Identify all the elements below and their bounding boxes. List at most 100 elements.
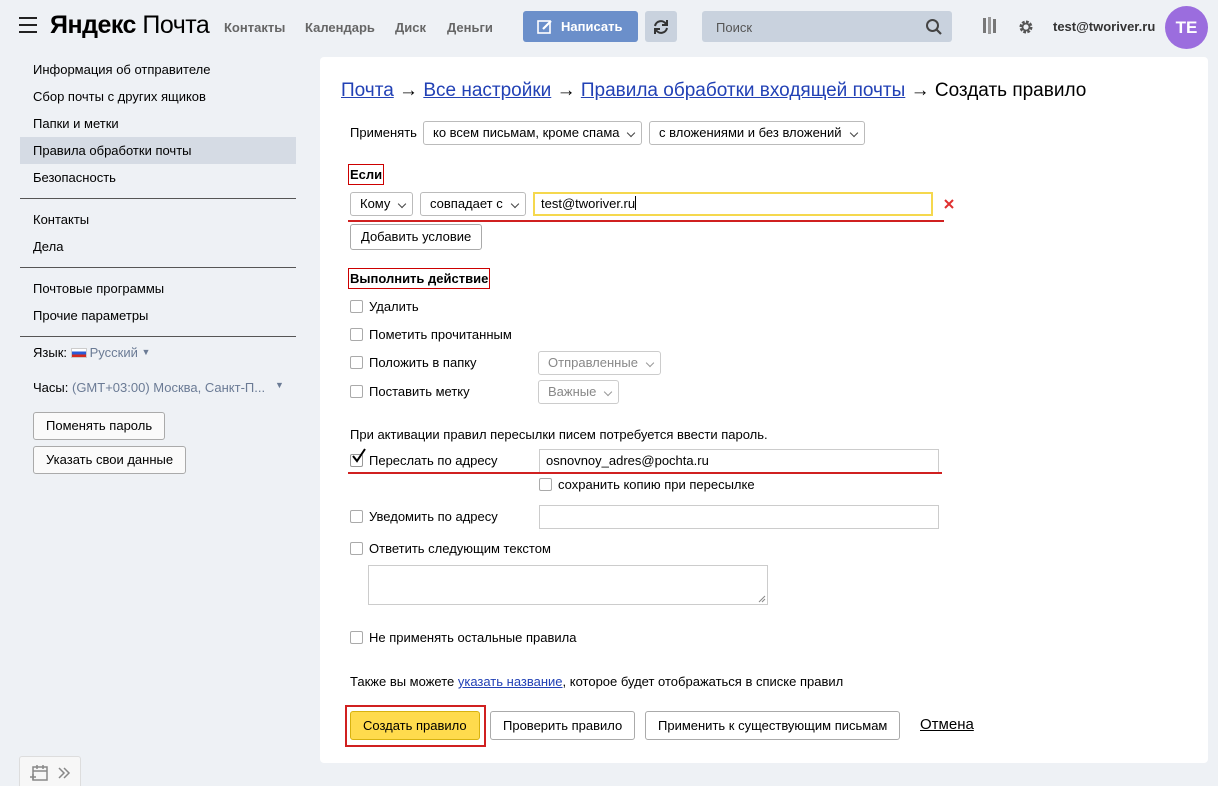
notify-checkbox[interactable] xyxy=(350,510,363,523)
forward-address-input[interactable]: osnovnoy_adres@pochta.ru xyxy=(539,449,939,473)
chevron-down-icon xyxy=(510,199,519,209)
breadcrumb-current: Создать правило xyxy=(934,80,1087,101)
pencil-icon xyxy=(537,19,552,34)
sidebar-item-contacts[interactable]: Контакты xyxy=(20,206,296,233)
double-chevron-right-icon[interactable] xyxy=(57,766,71,780)
breadcrumb-all-settings[interactable]: Все настройки xyxy=(423,80,551,101)
nav-money[interactable]: Деньги xyxy=(447,20,493,35)
delete-checkbox[interactable] xyxy=(350,300,363,313)
set-label-checkbox[interactable] xyxy=(350,385,363,398)
search-placeholder: Поиск xyxy=(716,20,753,35)
caret-down-icon[interactable]: ▼ xyxy=(275,380,284,390)
reply-label[interactable]: Ответить следующим текстом xyxy=(369,541,551,556)
chevron-down-icon xyxy=(398,199,407,209)
sidebar-item-todo[interactable]: Дела xyxy=(20,233,296,260)
notify-label[interactable]: Уведомить по адресу xyxy=(369,509,498,524)
clock-label: Часы: xyxy=(33,380,69,395)
reply-checkbox[interactable] xyxy=(350,542,363,555)
clock-select[interactable]: (GMT+03:00) Москва, Санкт-П... xyxy=(72,380,265,395)
language-row: Язык: Русский ▼ xyxy=(20,345,296,360)
forward-note: При активации правил пересылки писем пот… xyxy=(350,427,768,442)
remove-condition-icon[interactable] xyxy=(944,199,954,209)
label-value: Важные xyxy=(548,384,597,399)
create-rule-button[interactable]: Создать правило xyxy=(350,711,480,740)
apply-existing-button[interactable]: Применить к существующим письмам xyxy=(645,711,901,740)
sidebar-item-collectors[interactable]: Сбор почты с других ящиков xyxy=(20,83,296,110)
search-icon[interactable] xyxy=(925,18,943,36)
sidebar-item-sender-info[interactable]: Информация об отправителе xyxy=(20,56,296,83)
language-label: Язык: xyxy=(33,345,67,360)
attachments-select[interactable]: с вложениями и без вложений xyxy=(649,121,865,145)
notify-address-input[interactable] xyxy=(539,505,939,529)
sidebar-item-other[interactable]: Прочие параметры xyxy=(20,302,296,329)
divider xyxy=(20,198,296,199)
my-data-button[interactable]: Указать свои данные xyxy=(33,446,187,474)
if-heading: Если xyxy=(348,164,385,185)
compose-label: Написать xyxy=(561,19,623,34)
sidebar-item-mail-clients[interactable]: Почтовые программы xyxy=(20,275,296,302)
caret-down-icon[interactable]: ▼ xyxy=(142,347,151,357)
folder-value: Отправленные xyxy=(548,355,638,370)
set-name-link[interactable]: указать название xyxy=(458,674,563,689)
delete-label[interactable]: Удалить xyxy=(369,299,419,314)
russia-flag-icon xyxy=(70,348,87,358)
apply-scope-select[interactable]: ко всем письмам, кроме спама xyxy=(423,121,643,145)
sidebar-item-folders[interactable]: Папки и метки xyxy=(20,110,296,137)
language-select[interactable]: Русский xyxy=(90,345,138,360)
keep-copy-checkbox[interactable] xyxy=(539,478,552,491)
breadcrumb-rules[interactable]: Правила обработки входящей почты xyxy=(581,80,905,101)
cancel-link[interactable]: Отмена xyxy=(920,716,974,733)
check-rule-button[interactable]: Проверить правило xyxy=(490,711,636,740)
move-folder-label[interactable]: Положить в папку xyxy=(369,355,477,370)
user-email[interactable]: test@tworiver.ru xyxy=(1053,19,1155,34)
sidebar-item-security[interactable]: Безопасность xyxy=(20,164,296,191)
search-input[interactable]: Поиск xyxy=(702,11,952,42)
move-folder-checkbox[interactable] xyxy=(350,356,363,369)
label-select[interactable]: Важные xyxy=(538,380,620,404)
calendar-add-icon[interactable] xyxy=(29,764,49,782)
logo[interactable]: Яндекс Почта xyxy=(50,11,210,40)
checkmark-icon xyxy=(352,448,366,463)
menu-icon[interactable] xyxy=(19,17,37,33)
breadcrumb-arrow: → xyxy=(399,80,419,101)
logo-brand: Яндекс xyxy=(50,11,136,39)
add-condition-button[interactable]: Добавить условие xyxy=(350,224,483,250)
keep-copy-label[interactable]: сохранить копию при пересылке xyxy=(558,477,755,492)
gear-icon[interactable] xyxy=(1017,18,1035,36)
condition-field-value: Кому xyxy=(360,196,391,211)
condition-value-text: test@tworiver.ru xyxy=(541,196,636,211)
change-password-wrap: Поменять пароль xyxy=(20,412,296,440)
compose-button[interactable]: Написать xyxy=(523,11,638,42)
nav-calendar[interactable]: Календарь xyxy=(305,20,375,35)
nav-disk[interactable]: Диск xyxy=(395,20,426,35)
annotation-underline xyxy=(348,220,944,222)
rule-name-hint-after: , которое будет отображаться в списке пр… xyxy=(562,674,844,689)
themes-icon[interactable] xyxy=(982,16,998,36)
chevron-down-icon xyxy=(645,358,655,368)
refresh-icon xyxy=(654,19,668,34)
nav-contacts[interactable]: Контакты xyxy=(224,20,285,35)
condition-field-select[interactable]: Кому xyxy=(350,192,414,216)
resize-handle-icon[interactable] xyxy=(758,595,766,603)
condition-operator-select[interactable]: совпадает с xyxy=(420,192,526,216)
breadcrumb-arrow: → xyxy=(556,80,576,101)
sidebar-item-filters[interactable]: Правила обработки почты xyxy=(20,137,296,164)
stop-rules-label[interactable]: Не применять остальные правила xyxy=(369,630,576,645)
change-password-button[interactable]: Поменять пароль xyxy=(33,412,166,440)
breadcrumb-mail[interactable]: Почта xyxy=(341,80,394,101)
stop-rules-checkbox[interactable] xyxy=(350,631,363,644)
avatar[interactable]: TE xyxy=(1165,6,1208,49)
clock-row: Часы: (GMT+03:00) Москва, Санкт-П... ▼ xyxy=(20,380,296,395)
settings-sidebar: Информация об отправителе Сбор почты с д… xyxy=(20,56,296,474)
reply-textarea[interactable] xyxy=(368,565,768,605)
forward-label[interactable]: Переслать по адресу xyxy=(369,453,498,468)
rule-editor-panel: Почта → Все настройки → Правила обработк… xyxy=(320,57,1208,763)
condition-value-input[interactable]: test@tworiver.ru xyxy=(533,192,933,216)
chevron-down-icon xyxy=(849,128,858,138)
refresh-button[interactable] xyxy=(645,11,677,42)
forward-address-text: osnovnoy_adres@pochta.ru xyxy=(546,453,709,468)
mark-read-label[interactable]: Пометить прочитанным xyxy=(369,327,512,342)
folder-select[interactable]: Отправленные xyxy=(538,351,661,375)
set-label-label[interactable]: Поставить метку xyxy=(369,384,470,399)
mark-read-checkbox[interactable] xyxy=(350,328,363,341)
